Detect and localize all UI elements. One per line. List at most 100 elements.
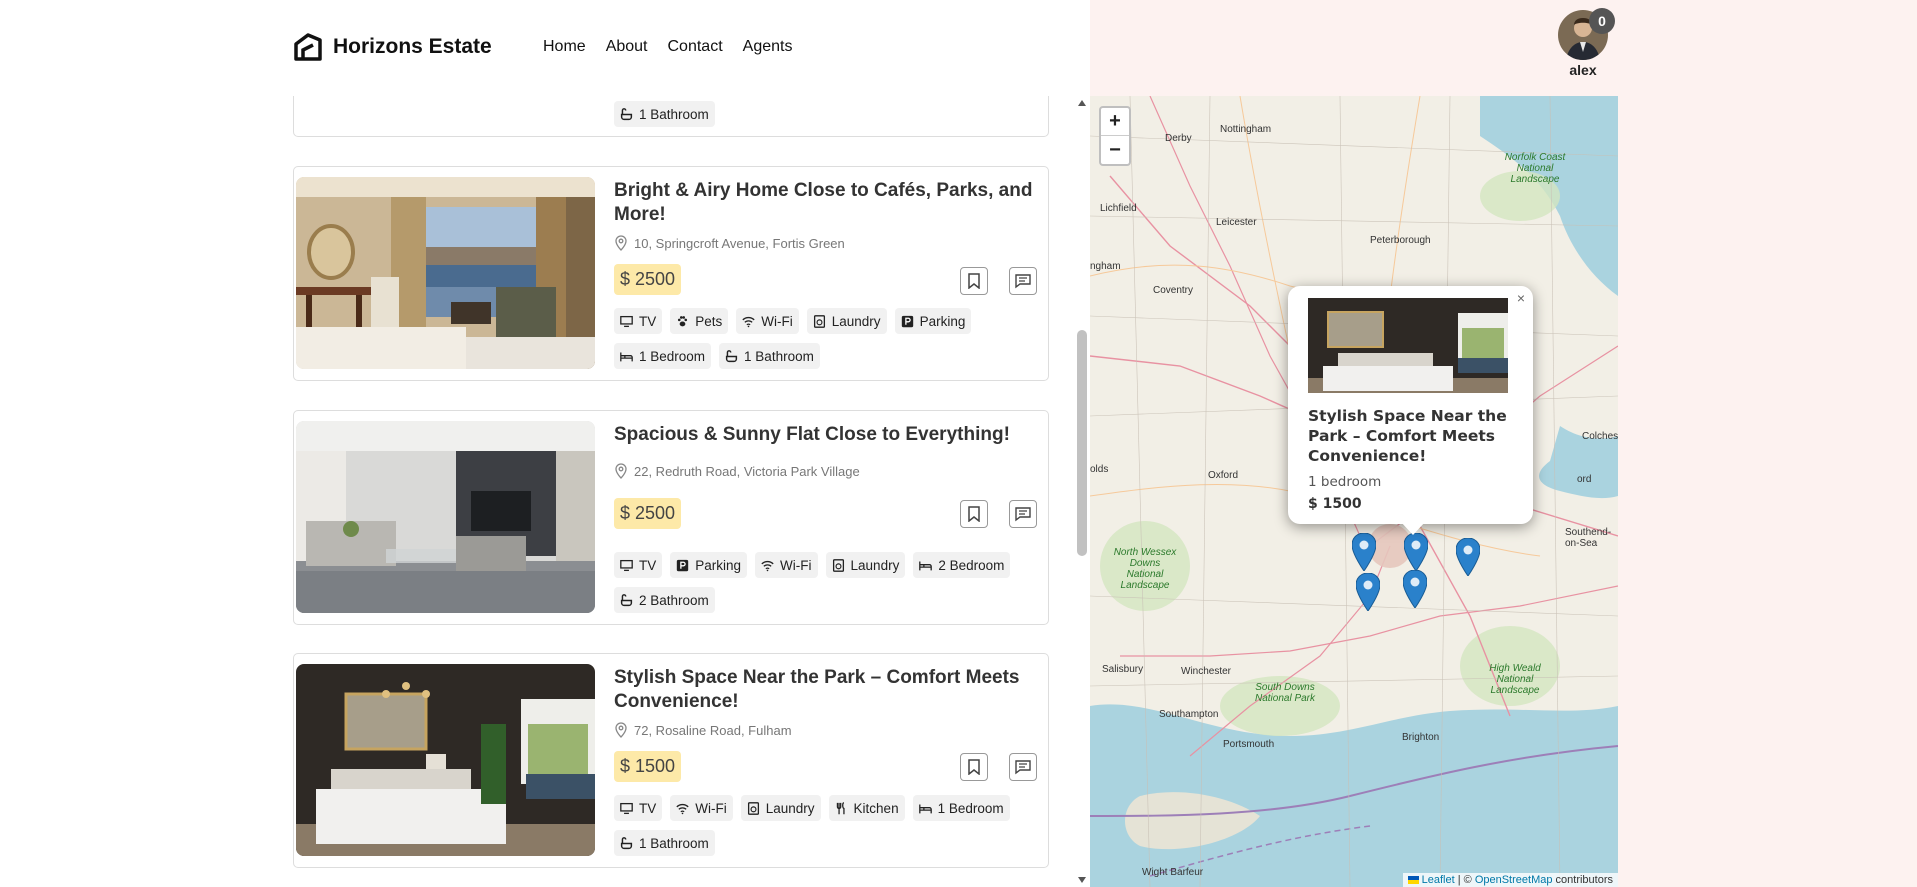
popup-bedrooms: 1 bedroom: [1308, 474, 1382, 490]
chat-icon: [1015, 274, 1031, 289]
feature-tag: 1 Bathroom: [614, 101, 715, 127]
zoom-in-button[interactable]: +: [1101, 108, 1129, 136]
feature-label: 1 Bedroom: [937, 800, 1004, 816]
list-scrollbar[interactable]: [1074, 96, 1090, 887]
map-marker-icon[interactable]: [1404, 533, 1428, 571]
feature-label: Laundry: [765, 800, 815, 816]
map-attribution: Leaflet | © OpenStreetMap contributors: [1402, 873, 1618, 887]
notification-badge[interactable]: 0: [1589, 8, 1615, 34]
parking-icon: [677, 559, 689, 571]
scroll-up-arrow[interactable]: [1078, 100, 1086, 106]
scroll-down-arrow[interactable]: [1078, 877, 1086, 883]
popup-close-button[interactable]: ×: [1517, 290, 1525, 306]
bedroom-photo: [296, 664, 595, 856]
feature-tag: Laundry: [806, 308, 887, 334]
bed-icon: [620, 351, 633, 361]
feature-label: 2 Bedroom: [938, 557, 1005, 573]
map-label: High Weald National Landscape: [1489, 663, 1541, 696]
feature-label: Wi-Fi: [695, 800, 727, 816]
listing-address: 72, Rosaline Road, Fulham: [614, 722, 792, 738]
listing-card[interactable]: Bright & Airy Home Close to Cafés, Parks…: [293, 166, 1049, 381]
tv-icon: [620, 315, 633, 327]
map-label: North Wessex Downs National Landscape: [1113, 547, 1177, 591]
listing-title[interactable]: Stylish Space Near the Park – Comfort Me…: [614, 666, 1034, 714]
listing-card[interactable]: Spacious & Sunny Flat Close to Everythin…: [293, 410, 1049, 625]
feature-list: 1 Bathroom: [614, 101, 1034, 127]
chat-button[interactable]: [1009, 500, 1037, 528]
location-pin-icon: [615, 235, 627, 251]
popup-image[interactable]: [1308, 298, 1508, 393]
feature-label: TV: [639, 557, 657, 573]
laundry-icon: [747, 801, 759, 815]
brand-name: Horizons Estate: [333, 35, 492, 58]
feature-tag: Laundry: [740, 795, 821, 821]
map[interactable]: Nottingham Derby Lichfield Leicester Pet…: [1090, 96, 1618, 887]
feature-tag: Wi-Fi: [670, 795, 733, 821]
feature-tag: TV: [614, 308, 663, 334]
bath-icon: [620, 107, 633, 120]
listing-image[interactable]: [296, 177, 595, 369]
feature-list: TV Parking Wi-Fi Laundry 2 Bedroom 2 Bat…: [614, 552, 1034, 613]
feature-label: 1 Bedroom: [639, 348, 706, 364]
map-label: Salisbury: [1102, 664, 1144, 675]
wifi-icon: [761, 560, 774, 571]
feature-label: Parking: [695, 557, 742, 573]
popup-price: $ 1500: [1308, 496, 1362, 512]
nav-agents-link[interactable]: Agents: [743, 38, 793, 56]
brand-logo[interactable]: Horizons Estate: [293, 32, 492, 62]
nav-home-link[interactable]: Home: [543, 38, 586, 56]
bath-icon: [725, 349, 738, 362]
feature-tag: Laundry: [825, 552, 906, 578]
user-menu[interactable]: 0 alex: [1557, 8, 1615, 78]
listing-title[interactable]: Bright & Airy Home Close to Cafés, Parks…: [614, 179, 1034, 227]
bed-icon: [919, 560, 933, 570]
parking-icon: [901, 315, 913, 327]
nav-about-link[interactable]: About: [606, 38, 648, 56]
chat-icon: [1015, 760, 1031, 775]
leaflet-link[interactable]: Leaflet: [1422, 874, 1455, 886]
feature-tag: Parking: [894, 308, 972, 334]
listing-image[interactable]: [296, 664, 595, 856]
feature-label: 2 Bathroom: [639, 592, 709, 608]
nav-contact-link[interactable]: Contact: [668, 38, 723, 56]
feature-tag: Parking: [670, 552, 748, 578]
laundry-icon: [813, 314, 825, 328]
osm-link[interactable]: OpenStreetMap: [1475, 874, 1553, 886]
listing-card[interactable]: Stylish Space Near the Park – Comfort Me…: [293, 653, 1049, 868]
feature-tag: TV: [614, 795, 663, 821]
bookmark-button[interactable]: [960, 267, 988, 295]
map-marker-icon[interactable]: [1356, 573, 1380, 611]
wifi-icon: [742, 316, 755, 327]
feature-label: TV: [639, 800, 657, 816]
map-label: ngham: [1090, 261, 1121, 272]
feature-label: Wi-Fi: [761, 313, 793, 329]
address-text: 10, Springcroft Avenue, Fortis Green: [634, 235, 845, 251]
bookmark-button[interactable]: [960, 753, 988, 781]
map-label: Peterborough: [1370, 235, 1431, 246]
tv-icon: [620, 802, 633, 814]
feature-label: TV: [639, 313, 657, 329]
feature-list: TV Pets Wi-Fi Laundry Parking 1 Bedroom …: [614, 308, 1034, 369]
chat-button[interactable]: [1009, 753, 1037, 781]
map-label: Southampton: [1159, 709, 1219, 720]
listing-title[interactable]: Spacious & Sunny Flat Close to Everythin…: [614, 423, 1034, 447]
map-marker-icon[interactable]: [1352, 533, 1376, 571]
feature-tag: 1 Bathroom: [614, 830, 715, 856]
map-marker-icon[interactable]: [1403, 570, 1427, 608]
map-label: Leicester: [1216, 217, 1257, 228]
ukraine-flag-icon: [1407, 876, 1419, 885]
bookmark-button[interactable]: [960, 500, 988, 528]
attribution-suffix: contributors: [1552, 874, 1613, 886]
chat-button[interactable]: [1009, 267, 1037, 295]
zoom-out-button[interactable]: −: [1101, 136, 1129, 164]
listing-image[interactable]: [296, 421, 595, 613]
location-pin-icon: [615, 463, 627, 479]
address-text: 22, Redruth Road, Victoria Park Village: [634, 463, 860, 479]
scrollbar-thumb[interactable]: [1077, 330, 1087, 556]
feature-label: Wi-Fi: [780, 557, 812, 573]
popup-title[interactable]: Stylish Space Near the Park – Comfort Me…: [1308, 406, 1508, 466]
map-marker-icon[interactable]: [1456, 538, 1480, 576]
feature-label: Laundry: [831, 313, 881, 329]
feature-tag: TV: [614, 552, 663, 578]
bookmark-icon: [968, 759, 980, 775]
